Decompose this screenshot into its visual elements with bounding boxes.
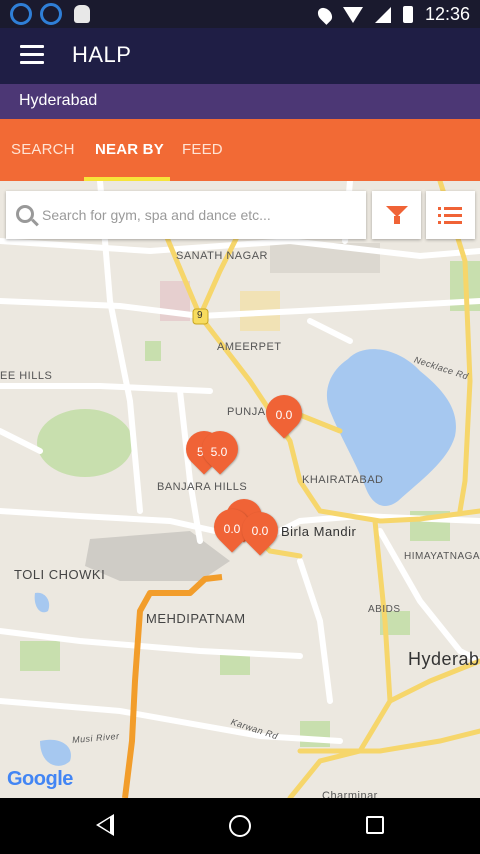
list-view-button[interactable] [426,191,475,239]
tab-feed[interactable]: FEED [182,141,223,158]
map-label-sanath-nagar: SANATH NAGAR [176,250,268,262]
map-label-himayatnagar: HIMAYATNAGAR [404,551,480,562]
skype-icon [10,3,32,25]
battery-icon [402,6,413,23]
map-label-banjara-hills: BANJARA HILLS [157,481,248,493]
city-name: Hyderabad [19,92,98,109]
tab-near-by[interactable]: NEAR BY [95,141,164,158]
map-label-ameerpet: AMEERPET [217,341,282,353]
skype-icon-2 [40,3,62,25]
system-icons: 12:36 [315,4,470,25]
map-label-mehdipatnam: MEHDIPATNAM [146,611,246,626]
notification-icons [10,3,90,25]
app-title: HALP [72,42,132,67]
signal-icon [374,6,391,23]
map-marker-rating: 0.0 [275,408,293,422]
tab-bar: SEARCH NEAR BY FEED [0,119,480,181]
menu-icon[interactable] [20,45,44,65]
app-bar: HALP [0,28,480,84]
map-marker-rating: 5.0 [210,445,228,459]
list-icon [438,207,462,225]
map-label-khairatabad: KHAIRATABAD [302,474,384,486]
tab-search[interactable]: SEARCH [11,141,75,158]
map-label-charminar: Charminar [322,790,378,798]
home-icon[interactable] [229,815,251,837]
map-marker-rating: 0.0 [251,524,269,538]
map-label-birla-mandir: Birla Mandir [281,524,357,539]
wifi-icon [342,6,363,23]
nav-bar [0,798,480,854]
android-icon [74,5,90,23]
google-logo-text: Google [7,768,73,790]
clock: 12:36 [424,4,470,24]
map-label-ee-hills: EE HILLS [0,370,53,382]
map-label-abids: ABIDS [368,604,401,615]
filter-icon [386,206,408,224]
search-box [6,191,366,239]
status-bar: 12:36 [0,0,480,28]
search-input[interactable] [42,201,358,229]
search-icon [16,205,34,223]
recents-icon[interactable] [366,816,384,834]
location-icon [315,4,335,25]
route-9-label: 9 [197,310,204,321]
map-view[interactable]: SANATH NAGAR 9 AMEERPET EE HILLS Necklac… [0,181,480,798]
map-label-toli-chowki: TOLI CHOWKI [14,567,106,582]
back-icon[interactable] [96,814,114,836]
google-logo: Google [7,768,73,791]
city-bar[interactable]: Hyderabad [0,84,480,119]
filter-button[interactable] [372,191,421,239]
map-label-hyderabad: Hyderab [408,649,480,669]
